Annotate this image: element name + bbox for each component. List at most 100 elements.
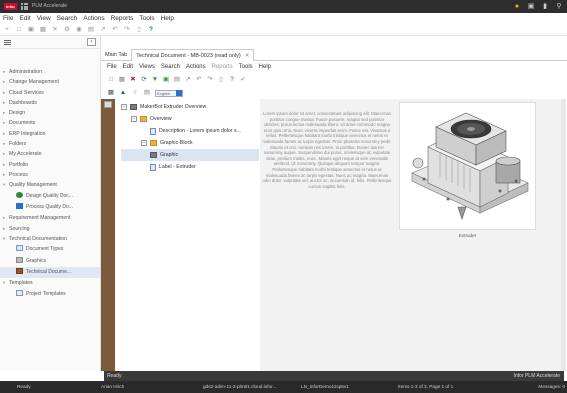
print-icon[interactable]: ▤ <box>173 76 181 84</box>
filter-icon[interactable]: ▿ <box>131 89 139 97</box>
filter-icon[interactable]: ▼ <box>151 76 159 84</box>
redo-icon[interactable]: ↷ <box>206 76 214 84</box>
doc-menu-actions[interactable]: Actions <box>186 62 206 72</box>
tree-node-root[interactable]: − MakerBot Extruder Overview <box>121 101 259 113</box>
menu-reports[interactable]: Reports <box>111 13 134 24</box>
clipboard-icon[interactable]: ▯ <box>135 26 143 34</box>
sidebar-item-graphics[interactable]: Graphics <box>0 256 100 267</box>
sidebar-item-process-quality-doc[interactable]: Process Quality Do... <box>0 202 100 213</box>
menu-help[interactable]: Help <box>161 13 174 24</box>
tree-node-overview[interactable]: − Overview <box>121 113 259 125</box>
undo-icon[interactable]: ↶ <box>111 26 119 34</box>
sidebar-item-cloud-services[interactable]: ▸ Cloud Services <box>0 88 100 98</box>
tab-main[interactable]: Main Tab <box>101 49 131 61</box>
pin-icon[interactable]: ▲ <box>119 89 127 97</box>
sidebar-item-dashboards[interactable]: ▸ Dashboards <box>0 98 100 108</box>
doc-menu-views[interactable]: Views <box>139 62 155 72</box>
save-icon[interactable]: ▩ <box>39 26 47 34</box>
image-caption: Extruder <box>458 233 477 238</box>
clipboard-icon[interactable]: ▯ <box>217 76 225 84</box>
doc-menu-reports[interactable]: Reports <box>212 62 233 72</box>
refresh-icon[interactable]: ⟳ <box>140 76 148 84</box>
bookmark-icon[interactable]: ▮ <box>541 2 549 11</box>
document-types-icon <box>16 245 23 252</box>
sidebar-item-design-quality-doc[interactable]: Design Quality Doc... <box>0 191 100 202</box>
doc-menu-help[interactable]: Help <box>259 62 271 72</box>
menu-search[interactable]: Search <box>57 13 78 24</box>
technical-document-icon <box>16 268 23 275</box>
export-icon[interactable]: ↗ <box>99 26 107 34</box>
delete-icon[interactable]: ✖ <box>129 76 137 84</box>
sidebar-item-label: Requirement Management <box>9 215 71 222</box>
doc-menu-tools[interactable]: Tools <box>239 62 253 72</box>
sidebar-item-erp-integration[interactable]: ▸ ERP Integration <box>0 129 100 139</box>
sidebar-item-portfolio[interactable]: ▸ Portfolio <box>0 160 100 170</box>
sidebar-item-templates[interactable]: ▾ Templates <box>0 278 100 288</box>
layout-icon[interactable]: ▤ <box>143 89 151 97</box>
checkmark-icon[interactable]: ✓ <box>239 76 247 84</box>
collapse-node-icon[interactable]: − <box>131 116 137 122</box>
tree-node-description[interactable]: Description - Lorem ipsum dolor s... <box>121 125 259 137</box>
sidebar-header: ‹ <box>0 36 100 49</box>
close-tab-icon[interactable]: ✕ <box>245 53 250 59</box>
collapse-node-icon[interactable]: − <box>141 140 147 146</box>
undo-icon[interactable]: ↶ <box>195 76 203 84</box>
hamburger-icon[interactable] <box>4 40 11 45</box>
collapse-node-icon[interactable]: − <box>121 104 127 110</box>
sidebar-item-label: My Accelerate <box>9 151 42 158</box>
open-icon[interactable]: ▣ <box>27 26 35 34</box>
export-icon[interactable]: ↗ <box>184 76 192 84</box>
sidebar-item-design[interactable]: ▸ Design <box>0 108 100 118</box>
sidebar-item-change-management[interactable]: ▸ Change Management <box>0 77 100 87</box>
panel-toggle-icon[interactable] <box>104 101 112 108</box>
language-dropdown[interactable]: English <box>155 89 183 97</box>
tree-node-graphic[interactable]: Graphic <box>121 149 259 161</box>
sidebar-item-requirement-management[interactable]: ▸ Requirement Management <box>0 213 100 223</box>
sidebar-item-my-accelerate[interactable]: ▸ My Accelerate <box>0 149 100 159</box>
sidebar-item-process[interactable]: ▸ Process <box>0 170 100 180</box>
message-icon[interactable]: ▣ <box>527 2 535 11</box>
sidebar-item-quality-management[interactable]: ▾ Quality Management <box>0 180 100 190</box>
search-icon[interactable]: ⚲ <box>555 2 563 11</box>
redo-icon[interactable]: ↷ <box>123 26 131 34</box>
sidebar-item-project-templates[interactable]: Project Templates <box>0 289 100 300</box>
help-icon[interactable]: ? <box>228 76 236 84</box>
delete-icon[interactable]: ✕ <box>51 26 59 34</box>
tree-node-label-extruder[interactable]: Label - Extruder <box>121 161 259 173</box>
menu-tools[interactable]: Tools <box>139 13 154 24</box>
menu-file[interactable]: File <box>3 13 13 24</box>
refresh-icon[interactable]: ◉ <box>75 26 83 34</box>
menu-view[interactable]: View <box>37 13 51 24</box>
new-icon[interactable]: □ <box>107 76 115 84</box>
sidebar-item-document-types[interactable]: Document Types <box>0 244 100 255</box>
tree-node-label: Graphic-Block <box>160 140 193 146</box>
sidebar-item-folders[interactable]: ▸ Folders <box>0 139 100 149</box>
dropdown-arrow-icon[interactable] <box>176 90 182 96</box>
doc-menu-edit[interactable]: Edit <box>123 62 133 72</box>
vertical-scrollbar[interactable] <box>561 99 566 371</box>
add-icon[interactable]: + <box>3 26 11 34</box>
properties-icon[interactable]: ▣ <box>162 76 170 84</box>
sidebar-item-administration[interactable]: ▸ Administration <box>0 67 100 77</box>
document-status-text: Ready <box>107 373 122 379</box>
tree-view-icon[interactable]: ▩ <box>107 89 115 97</box>
menu-edit[interactable]: Edit <box>19 13 30 24</box>
new-icon[interactable]: □ <box>15 26 23 34</box>
collapse-sidebar-button[interactable]: ‹ <box>87 38 96 46</box>
print-icon[interactable]: ▤ <box>87 26 95 34</box>
tree-node-graphic-block[interactable]: − Graphic-Block <box>121 137 259 149</box>
save-icon[interactable]: ▩ <box>118 76 126 84</box>
app-grid-icon[interactable] <box>21 3 28 10</box>
sidebar-item-technical-documentation[interactable]: ▾ Technical Documentation <box>0 234 100 244</box>
settings-icon[interactable]: ⚙ <box>63 26 71 34</box>
sidebar-item-sourcing[interactable]: ▸ Sourcing <box>0 224 100 234</box>
sidebar-item-documents[interactable]: ▸ Documents <box>0 118 100 128</box>
tab-technical-document[interactable]: Technical Document - MB-0023 (read only)… <box>131 49 255 61</box>
help-icon[interactable]: ? <box>147 26 155 34</box>
menu-actions[interactable]: Actions <box>83 13 104 24</box>
extruder-drawing <box>411 112 529 220</box>
sidebar-item-technical-documents[interactable]: Technical Docume... <box>0 267 100 279</box>
doc-menu-file[interactable]: File <box>107 62 117 72</box>
doc-menu-search[interactable]: Search <box>161 62 180 72</box>
user-icon[interactable]: ● <box>513 2 521 11</box>
